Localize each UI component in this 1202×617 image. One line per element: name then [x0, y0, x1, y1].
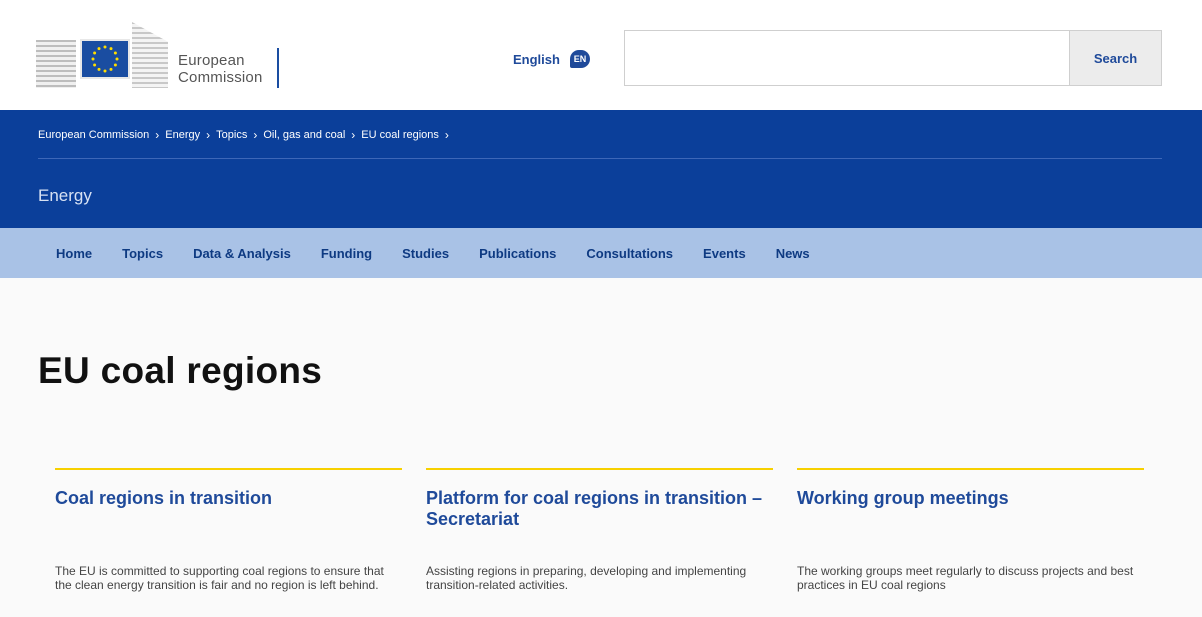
chevron-right-icon: ›	[155, 128, 160, 142]
breadcrumb-item[interactable]: Oil, gas and coal	[263, 129, 345, 141]
site-name[interactable]: Energy	[38, 186, 92, 206]
language-icon: EN	[569, 50, 590, 68]
chevron-right-icon: ›	[444, 128, 449, 142]
chevron-right-icon: ›	[351, 128, 356, 142]
chevron-right-icon: ›	[253, 128, 258, 142]
card-title[interactable]: Working group meetings	[797, 488, 1144, 509]
logo-stripes	[36, 40, 76, 88]
main-navigation: Home Topics Data & Analysis Funding Stud…	[0, 228, 1202, 278]
nav-item-publications[interactable]: Publications	[479, 246, 556, 261]
card-platform-secretariat: Platform for coal regions in transition …	[426, 468, 773, 592]
language-selector[interactable]: English EN	[513, 50, 590, 68]
breadcrumb-divider	[38, 158, 1162, 159]
logo-divider	[276, 48, 279, 88]
nav-item-home[interactable]: Home	[56, 246, 92, 261]
breadcrumb-item[interactable]: EU coal regions	[361, 129, 439, 141]
breadcrumb-item[interactable]: European Commission	[38, 129, 149, 141]
nav-item-topics[interactable]: Topics	[122, 246, 163, 261]
main-content: EU coal regions Coal regions in transiti…	[0, 278, 1202, 617]
card-accent-rule	[797, 468, 1144, 470]
card-title[interactable]: Platform for coal regions in transition …	[426, 488, 773, 530]
nav-item-data-analysis[interactable]: Data & Analysis	[193, 246, 291, 261]
site-banner: European Commission › Energy › Topics › Oil…	[0, 110, 1202, 228]
card-title[interactable]: Coal regions in transition	[55, 488, 402, 509]
logo-building	[132, 22, 168, 88]
breadcrumb-item[interactable]: Energy	[165, 129, 200, 141]
search-form: Search	[624, 30, 1162, 86]
nav-item-studies[interactable]: Studies	[402, 246, 449, 261]
search-input[interactable]	[625, 31, 1069, 85]
nav-item-consultations[interactable]: Consultations	[586, 246, 673, 261]
search-button[interactable]: Search	[1069, 31, 1161, 85]
eu-flag-icon	[80, 39, 130, 79]
card-accent-rule	[426, 468, 773, 470]
nav-item-funding[interactable]: Funding	[321, 246, 372, 261]
european-commission-logo[interactable]: European Commission	[36, 22, 296, 92]
logo-text: European Commission	[178, 52, 263, 86]
card-description: The working groups meet regularly to dis…	[797, 564, 1134, 592]
page-title: EU coal regions	[38, 350, 323, 391]
nav-item-events[interactable]: Events	[703, 246, 746, 261]
logo-text-line1: European	[178, 52, 245, 69]
breadcrumb: European Commission › Energy › Topics › Oil…	[38, 128, 455, 142]
logo-text-line2: Commission	[178, 69, 263, 86]
card-accent-rule	[55, 468, 402, 470]
card-description: Assisting regions in preparing, developi…	[426, 564, 747, 592]
nav-item-news[interactable]: News	[776, 246, 810, 261]
logo-graphic	[36, 22, 168, 92]
breadcrumb-item[interactable]: Topics	[216, 129, 247, 141]
card-description: The EU is committed to supporting coal r…	[55, 564, 384, 592]
language-label: English	[513, 51, 560, 67]
site-header: European Commission English EN Search	[0, 0, 1202, 110]
card-coal-regions-in-transition: Coal regions in transition The EU is com…	[55, 468, 402, 592]
card-working-group-meetings: Working group meetings The working group…	[797, 468, 1144, 592]
chevron-right-icon: ›	[206, 128, 211, 142]
